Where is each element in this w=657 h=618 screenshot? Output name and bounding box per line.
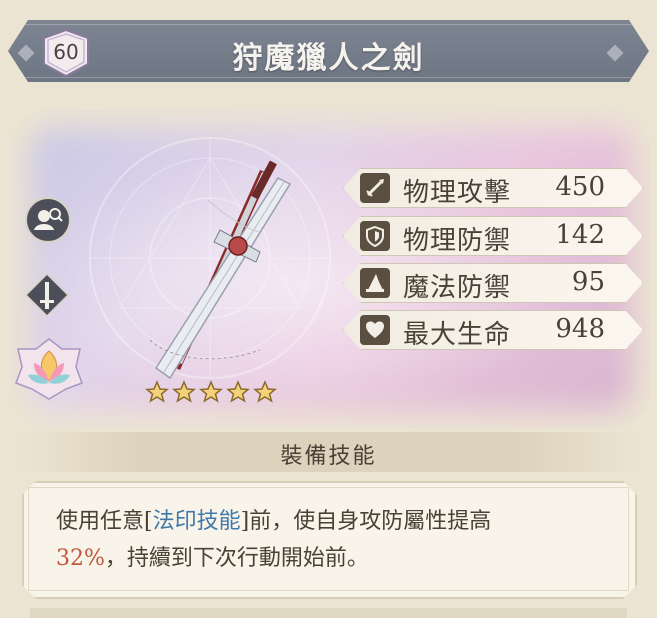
sword-icon bbox=[360, 173, 390, 203]
star-icon bbox=[226, 380, 250, 403]
heart-icon bbox=[360, 315, 390, 345]
star-icon bbox=[253, 380, 277, 403]
skill-keyword-link[interactable]: 法印技能 bbox=[153, 509, 241, 534]
stat-physical-attack: 物理攻擊 450 bbox=[343, 168, 643, 208]
skill-title: 裝備技能 bbox=[280, 444, 377, 469]
stat-label: 最大生命 bbox=[403, 320, 512, 350]
bottom-divider bbox=[30, 608, 627, 618]
shield-icon bbox=[360, 221, 390, 251]
stat-physical-defense: 物理防禦 142 bbox=[343, 216, 643, 256]
item-title: 狩魔獵人之劍 bbox=[232, 41, 425, 76]
stat-value: 95 bbox=[571, 267, 605, 297]
skill-percent: 32% bbox=[56, 546, 105, 571]
stat-label: 物理防禦 bbox=[403, 226, 512, 256]
stat-label: 魔法防禦 bbox=[403, 273, 512, 303]
star-icon bbox=[199, 380, 223, 403]
stat-value: 142 bbox=[555, 220, 605, 250]
star-icon bbox=[172, 380, 196, 403]
lotus-emblem-icon[interactable] bbox=[14, 337, 84, 401]
rarity-stars bbox=[145, 380, 277, 404]
stat-magic-defense: 魔法防禦 95 bbox=[343, 263, 643, 303]
stat-max-hp: 最大生命 948 bbox=[343, 310, 643, 350]
search-character-icon[interactable] bbox=[24, 196, 72, 244]
stat-label: 物理攻擊 bbox=[403, 178, 512, 208]
star-icon bbox=[145, 380, 169, 403]
stat-value: 948 bbox=[555, 314, 605, 344]
skill-description: 使用任意[法印技能]前，使自身攻防屬性提高 32%，持續到下次行動開始前。 bbox=[56, 509, 492, 571]
stat-value: 450 bbox=[555, 172, 605, 202]
sword-slot-icon[interactable] bbox=[24, 272, 70, 318]
wizard-hat-icon bbox=[360, 268, 390, 298]
sword-artwork bbox=[149, 160, 292, 380]
